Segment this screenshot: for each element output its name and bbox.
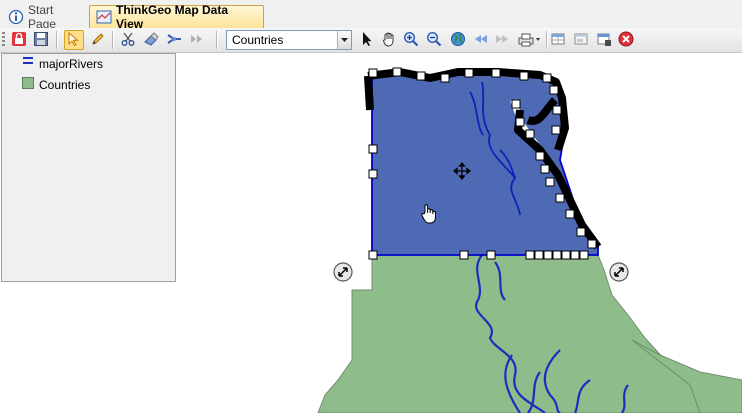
globe-icon — [450, 31, 466, 50]
zoom-out-icon — [426, 31, 442, 50]
cut-button[interactable] — [118, 30, 138, 50]
next-icon — [495, 31, 511, 50]
pan-hand-icon — [381, 31, 397, 50]
layer-export-button[interactable] — [594, 30, 614, 50]
pointer-tool-button[interactable] — [357, 30, 377, 50]
edit-tool-button[interactable] — [88, 30, 108, 50]
legend-item-major-rivers[interactable]: majorRivers — [22, 56, 103, 71]
save-icon — [33, 31, 49, 50]
lock-icon — [11, 31, 27, 50]
rotate-handle-icon — [609, 262, 629, 282]
back-icon — [472, 31, 488, 50]
info-icon — [8, 9, 24, 25]
tab-start-page[interactable]: Start Page — [2, 3, 88, 31]
eraser-button[interactable] — [141, 30, 161, 50]
toolbar-grip[interactable] — [2, 32, 5, 48]
window-icon — [573, 31, 589, 50]
country-polygon — [317, 254, 701, 413]
document-tab-strip: Start Page ThinkGeo Map Data View — [0, 0, 742, 31]
layer-export-icon — [596, 31, 612, 50]
resize-handle-icon — [333, 262, 353, 282]
toolbar-separator — [216, 31, 218, 49]
table-view-button[interactable] — [548, 30, 568, 50]
select-arrow-icon — [66, 31, 82, 50]
layer-legend-panel: majorRivers Countries — [1, 53, 176, 282]
map-toolbar — [0, 28, 742, 53]
close-icon — [618, 31, 634, 50]
next-extent-button[interactable] — [493, 30, 513, 50]
edit-pencil-icon — [90, 31, 106, 50]
forward-button[interactable] — [187, 30, 207, 50]
full-extent-button[interactable] — [448, 30, 468, 50]
table-icon — [550, 31, 566, 50]
eraser-icon — [143, 31, 159, 50]
zoom-in-icon — [403, 31, 419, 50]
layer-select[interactable]: Countries — [226, 30, 352, 50]
tab-map-data-view[interactable]: ThinkGeo Map Data View — [89, 3, 264, 31]
close-layer-button[interactable] — [616, 30, 636, 50]
window-button[interactable] — [571, 30, 591, 50]
forward-icon — [189, 31, 205, 50]
legend-item-label: majorRivers — [39, 56, 104, 71]
toolbar-separator — [112, 31, 114, 49]
pan-tool-button[interactable] — [379, 30, 399, 50]
merge-button[interactable] — [164, 30, 184, 50]
print-icon — [517, 31, 543, 50]
tab-map-data-view-label: ThinkGeo Map Data View — [116, 3, 229, 31]
river-line-icon — [22, 56, 34, 71]
legend-item-countries[interactable]: Countries — [22, 77, 90, 92]
print-dropdown-button[interactable] — [516, 30, 544, 50]
country-fill-icon — [22, 77, 34, 92]
chevron-down-icon[interactable] — [337, 31, 351, 49]
lock-button[interactable] — [9, 30, 29, 50]
merge-icon — [166, 31, 182, 50]
pointer-icon — [359, 31, 375, 50]
cut-icon — [120, 31, 136, 50]
layer-select-value: Countries — [232, 33, 284, 47]
legend-item-label: Countries — [39, 77, 91, 92]
previous-extent-button[interactable] — [470, 30, 490, 50]
tab-start-page-label: Start Page — [28, 2, 57, 31]
map-data-icon — [96, 9, 112, 25]
zoom-in-button[interactable] — [401, 30, 421, 50]
select-tool-button[interactable] — [64, 30, 84, 50]
zoom-out-button[interactable] — [424, 30, 444, 50]
toolbar-separator — [56, 31, 58, 49]
save-button[interactable] — [31, 30, 51, 50]
